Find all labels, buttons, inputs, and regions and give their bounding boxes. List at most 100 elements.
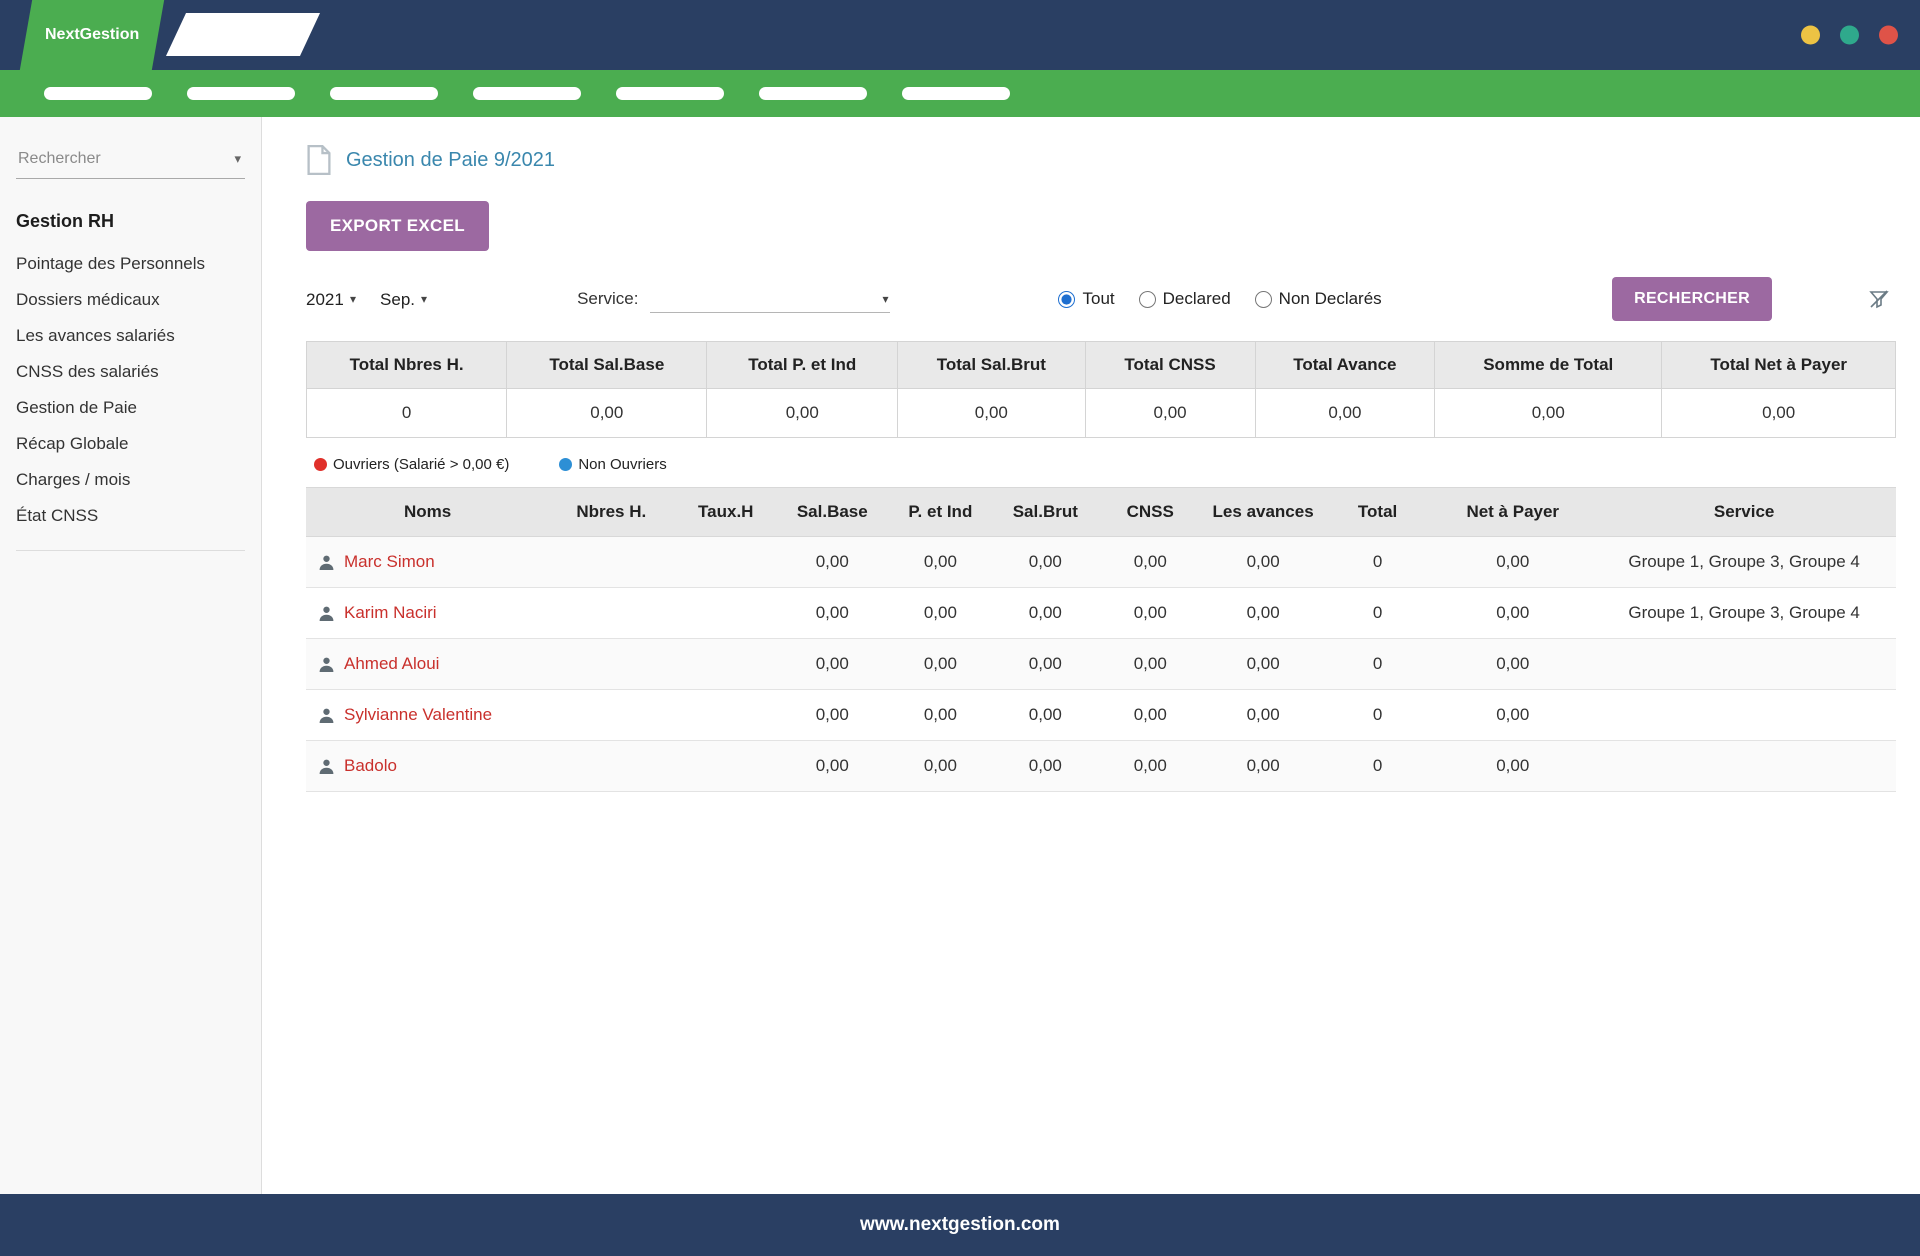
chevron-down-icon: ▾: [234, 151, 245, 167]
radio-option[interactable]: Declared: [1139, 289, 1231, 309]
employee-name-link[interactable]: Badolo: [344, 756, 397, 775]
value-cell: 0,00: [778, 588, 886, 639]
name-cell: Badolo: [306, 741, 549, 792]
sidebar-item[interactable]: État CNSS: [16, 498, 245, 534]
month-select[interactable]: Sep.: [380, 290, 415, 309]
radio-input[interactable]: [1058, 291, 1075, 308]
service-cell: Groupe 1, Groupe 3, Groupe 4: [1592, 537, 1896, 588]
summary-value-cell: 0,00: [507, 389, 707, 438]
footer-link[interactable]: www.nextgestion.com: [860, 1214, 1060, 1236]
sidebar-item[interactable]: Gestion de Paie: [16, 390, 245, 426]
value-cell: 0,00: [1096, 537, 1204, 588]
brand-tab[interactable]: NextGestion: [20, 0, 164, 70]
sidebar-item[interactable]: CNSS des salariés: [16, 354, 245, 390]
window-button-yellow[interactable]: [1801, 26, 1820, 45]
chevron-down-icon: ▾: [350, 292, 356, 306]
clear-filter-icon[interactable]: [1868, 288, 1890, 310]
sidebar-item[interactable]: Récap Globale: [16, 426, 245, 462]
service-cell: Groupe 1, Groupe 3, Groupe 4: [1592, 588, 1896, 639]
value-cell: 0,00: [1204, 639, 1322, 690]
value-cell: [549, 537, 673, 588]
chevron-down-icon: ▾: [882, 292, 888, 306]
nav-item-placeholder[interactable]: [330, 87, 438, 100]
legend-label: Ouvriers (Salarié > 0,00 €): [333, 456, 509, 473]
column-header: P. et Ind: [886, 488, 994, 537]
value-cell: 0,00: [1204, 690, 1322, 741]
nav-item-placeholder[interactable]: [616, 87, 724, 100]
legend-item: Non Ouvriers: [559, 456, 666, 473]
value-cell: 0,00: [1096, 639, 1204, 690]
column-header: Noms: [306, 488, 549, 537]
value-cell: 0,00: [994, 741, 1096, 792]
radio-label: Tout: [1082, 289, 1114, 309]
table-row: Badolo0,000,000,000,000,0000,00: [306, 741, 1896, 792]
footer: www.nextgestion.com: [0, 1194, 1920, 1256]
sidebar-item[interactable]: Dossiers médicaux: [16, 282, 245, 318]
sidebar-item[interactable]: Pointage des Personnels: [16, 246, 245, 282]
value-cell: [673, 537, 778, 588]
value-cell: 0,00: [1204, 741, 1322, 792]
summary-header-cell: Total Sal.Base: [507, 342, 707, 389]
nav-item-placeholder[interactable]: [473, 87, 581, 100]
employee-name-link[interactable]: Marc Simon: [344, 552, 435, 571]
sidebar-item[interactable]: Les avances salariés: [16, 318, 245, 354]
person-icon: [318, 707, 335, 724]
nav-item-placeholder[interactable]: [759, 87, 867, 100]
window-button-green[interactable]: [1840, 26, 1859, 45]
value-cell: 0,00: [1096, 741, 1204, 792]
nav-item-placeholder[interactable]: [902, 87, 1010, 100]
summary-value-cell: 0,00: [898, 389, 1086, 438]
legend-label: Non Ouvriers: [578, 456, 666, 473]
sidebar-section-title: Gestion RH: [16, 211, 245, 232]
app: NextGestion ▾ Gestion RH Pointage des Pe…: [0, 0, 1920, 1256]
value-cell: 0: [1322, 588, 1433, 639]
column-header: Les avances: [1204, 488, 1322, 537]
value-cell: [673, 639, 778, 690]
summary-header-cell: Total Avance: [1255, 342, 1435, 389]
document-icon: [306, 145, 332, 175]
sidebar-search-input[interactable]: [16, 143, 234, 175]
summary-value-cell: 0,00: [707, 389, 898, 438]
summary-header-cell: Total Sal.Brut: [898, 342, 1086, 389]
summary-value-row: 00,000,000,000,000,000,000,00: [307, 389, 1896, 438]
brand-name: NextGestion: [45, 26, 139, 44]
window-button-red[interactable]: [1879, 26, 1898, 45]
column-header: CNSS: [1096, 488, 1204, 537]
employee-name-link[interactable]: Sylvianne Valentine: [344, 705, 492, 724]
layout: ▾ Gestion RH Pointage des PersonnelsDoss…: [0, 117, 1920, 1194]
table-row: Karim Naciri0,000,000,000,000,0000,00Gro…: [306, 588, 1896, 639]
value-cell: 0: [1322, 639, 1433, 690]
table-row: Ahmed Aloui0,000,000,000,000,0000,00: [306, 639, 1896, 690]
summary-value-cell: 0,00: [1435, 389, 1662, 438]
person-icon: [318, 554, 335, 571]
table-row: Sylvianne Valentine0,000,000,000,000,000…: [306, 690, 1896, 741]
radio-option[interactable]: Tout: [1058, 289, 1114, 309]
employee-name-link[interactable]: Ahmed Aloui: [344, 654, 439, 673]
summary-header-row: Total Nbres H.Total Sal.BaseTotal P. et …: [307, 342, 1896, 389]
radio-option[interactable]: Non Declarés: [1255, 289, 1382, 309]
column-header: Nbres H.: [549, 488, 673, 537]
sidebar-menu: Pointage des PersonnelsDossiers médicaux…: [16, 246, 245, 534]
year-select[interactable]: 2021: [306, 290, 344, 309]
nav-menu: [0, 70, 1920, 117]
value-cell: [673, 741, 778, 792]
service-select[interactable]: ▾: [650, 285, 890, 313]
nav-item-placeholder[interactable]: [44, 87, 152, 100]
service-cell: [1592, 690, 1896, 741]
column-header: Net à Payer: [1433, 488, 1592, 537]
summary-value-cell: 0,00: [1085, 389, 1255, 438]
summary-value-cell: 0: [307, 389, 507, 438]
radio-input[interactable]: [1139, 291, 1156, 308]
nav-item-placeholder[interactable]: [187, 87, 295, 100]
person-icon: [318, 758, 335, 775]
value-cell: 0,00: [1433, 690, 1592, 741]
employee-name-link[interactable]: Karim Naciri: [344, 603, 437, 622]
radio-input[interactable]: [1255, 291, 1272, 308]
value-cell: 0,00: [1204, 588, 1322, 639]
rechercher-button[interactable]: RECHERCHER: [1612, 277, 1772, 321]
sidebar-item[interactable]: Charges / mois: [16, 462, 245, 498]
legend-dot-icon: [314, 458, 327, 471]
export-excel-button[interactable]: EXPORT EXCEL: [306, 201, 489, 251]
column-header: Sal.Brut: [994, 488, 1096, 537]
legend-item: Ouvriers (Salarié > 0,00 €): [314, 456, 509, 473]
